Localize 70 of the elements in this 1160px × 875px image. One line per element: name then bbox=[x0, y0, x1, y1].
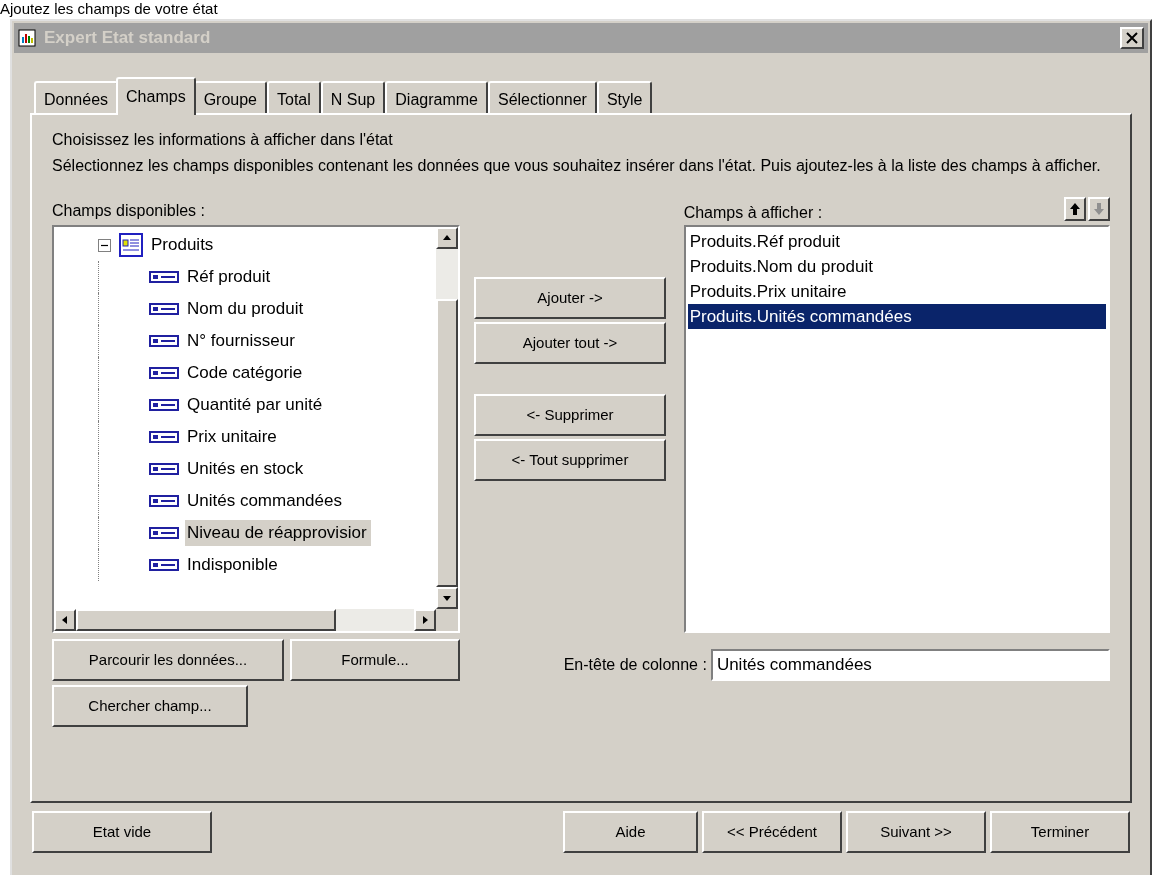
field-icon bbox=[149, 302, 179, 316]
scrollbar-corner bbox=[436, 609, 459, 631]
list-item[interactable]: Produits.Unités commandées bbox=[687, 304, 1106, 329]
table-icon bbox=[119, 233, 143, 257]
field-icon bbox=[149, 334, 179, 348]
tree-item[interactable]: Quantité par unité bbox=[185, 392, 327, 418]
triangle-icon bbox=[442, 233, 453, 243]
dialog-button[interactable]: Chercher champ... bbox=[52, 685, 248, 727]
tree-item[interactable]: Unités commandées bbox=[185, 488, 346, 514]
column-header-field[interactable]: Unités commandées bbox=[710, 649, 1110, 681]
dialog-button[interactable]: Ajouter -> bbox=[474, 277, 666, 319]
tree-item[interactable]: Code catégorie bbox=[185, 360, 307, 386]
dialog-button[interactable]: Ajouter tout -> bbox=[474, 322, 666, 364]
close-button[interactable] bbox=[1120, 27, 1144, 49]
tree-item[interactable]: Prix unitaire bbox=[185, 424, 281, 450]
arrow-up-icon bbox=[1069, 202, 1081, 216]
report-icon bbox=[18, 29, 36, 47]
tree-item[interactable]: Unités en stock bbox=[185, 456, 308, 482]
field-icon bbox=[149, 526, 179, 540]
triangle-icon bbox=[60, 615, 70, 625]
tree-item[interactable]: Nom du produit bbox=[185, 296, 308, 322]
available-fields-label: Champs disponibles : bbox=[52, 201, 206, 221]
tab[interactable]: Diagramme bbox=[385, 81, 488, 113]
tree-item[interactable]: Indisponible bbox=[185, 552, 282, 578]
list-item[interactable]: Produits.Nom du produit bbox=[687, 254, 1106, 279]
tab[interactable]: Style bbox=[596, 81, 653, 113]
scroll-down-button[interactable] bbox=[436, 587, 459, 609]
panel-heading: Choisissez les informations à afficher dans l'état bbox=[52, 130, 394, 150]
field-icon bbox=[149, 270, 179, 284]
scroll-up-button[interactable] bbox=[436, 227, 459, 249]
dialog-button[interactable]: <- Supprimer bbox=[474, 394, 666, 436]
dialog-button[interactable]: Suivant >> bbox=[846, 811, 986, 853]
fields-to-display-label: Champs à afficher : bbox=[683, 203, 823, 223]
triangle-icon bbox=[442, 593, 453, 603]
dialog-button[interactable]: <- Tout supprimer bbox=[474, 439, 666, 481]
field-icon bbox=[149, 366, 179, 380]
scrollbar-thumb[interactable] bbox=[436, 299, 459, 587]
tab[interactable]: Total bbox=[267, 81, 321, 113]
column-header-label: En-tête de colonne : bbox=[563, 655, 707, 675]
tree-item[interactable]: Réf produit bbox=[185, 264, 275, 290]
page-caption: Ajoutez les champs de votre état bbox=[0, 0, 218, 18]
list-item[interactable]: Produits.Prix unitaire bbox=[687, 279, 1106, 304]
field-icon bbox=[149, 494, 179, 508]
scrollbar-thumb[interactable] bbox=[76, 609, 336, 631]
dialog-button[interactable]: Formule... bbox=[290, 639, 460, 681]
tree-toggle[interactable] bbox=[98, 238, 111, 252]
panel-description: Sélectionnez les champs disponibles contenant les données que vous souhaitez insérer dans l'état. Puis ajoutez-les à la liste des champs à afficher. bbox=[52, 156, 1102, 176]
field-icon bbox=[149, 462, 179, 476]
scroll-left-button[interactable] bbox=[54, 609, 76, 631]
tree-item[interactable]: Produits bbox=[147, 232, 218, 258]
dialog-button[interactable]: Terminer bbox=[990, 811, 1130, 853]
scroll-right-button[interactable] bbox=[414, 609, 437, 631]
arrow-down-icon bbox=[1093, 202, 1105, 216]
field-icon bbox=[149, 558, 179, 572]
dialog-button[interactable]: Etat vide bbox=[32, 811, 212, 853]
dialog-button[interactable]: Aide bbox=[563, 811, 698, 853]
tab[interactable]: Sélectionner bbox=[487, 81, 597, 113]
dialog-button[interactable]: Parcourir les données... bbox=[52, 639, 284, 681]
tree-item[interactable]: Niveau de réapprovisior bbox=[185, 520, 371, 546]
tab[interactable]: N Sup bbox=[320, 81, 386, 113]
field-icon bbox=[149, 430, 179, 444]
tab[interactable]: Groupe bbox=[193, 81, 267, 113]
tree-item[interactable]: N° fournisseur bbox=[185, 328, 299, 354]
close-icon bbox=[1126, 32, 1138, 44]
tab[interactable]: Champs bbox=[116, 77, 196, 115]
tab[interactable]: Données bbox=[34, 81, 119, 113]
move-up-button[interactable] bbox=[1064, 197, 1086, 221]
list-item[interactable]: Produits.Réf produit bbox=[687, 229, 1106, 254]
field-icon bbox=[149, 398, 179, 412]
dialog-button[interactable]: << Précédent bbox=[702, 811, 842, 853]
